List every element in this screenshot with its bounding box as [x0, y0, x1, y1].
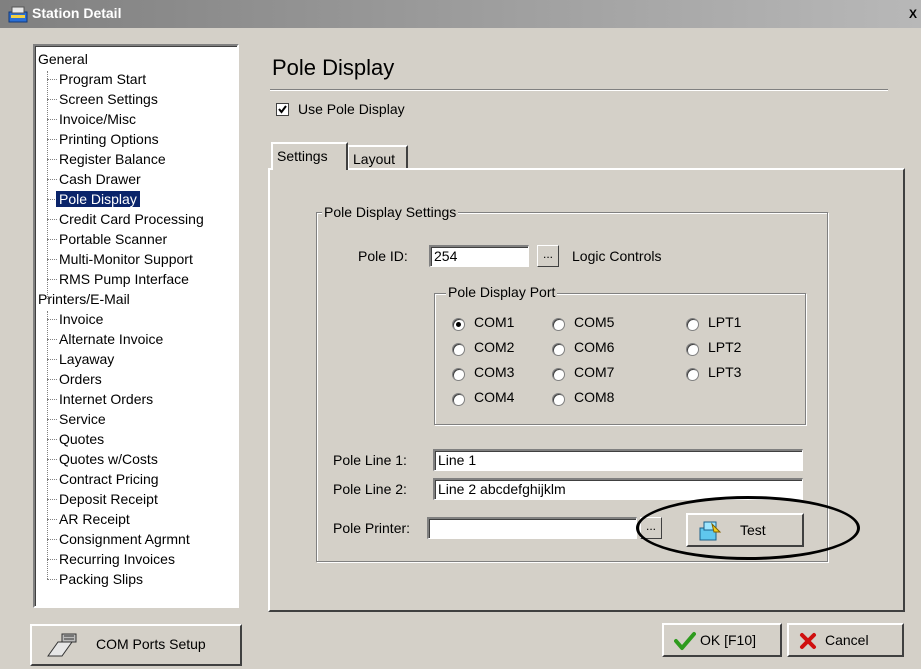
radio-com3-label: COM3 [474, 364, 515, 380]
tree-item-program-start[interactable]: Program Start [59, 69, 146, 89]
settings-tree[interactable]: General Program Start Screen Settings In… [33, 44, 239, 608]
radio-com7-label: COM7 [574, 364, 615, 380]
radio-com7[interactable] [552, 368, 565, 381]
tree-item-recurring-invoices[interactable]: Recurring Invoices [59, 549, 175, 569]
radio-com3[interactable] [452, 368, 465, 381]
radio-lpt2-label: LPT2 [708, 339, 742, 355]
tree-item-rms-pump-interface[interactable]: RMS Pump Interface [59, 269, 189, 289]
tree-item-cash-drawer[interactable]: Cash Drawer [59, 169, 141, 189]
radio-lpt1[interactable] [686, 318, 699, 331]
cancel-button[interactable]: Cancel [787, 623, 904, 657]
tab-settings[interactable]: Settings [271, 142, 348, 170]
pole-display-port-group [434, 293, 806, 425]
radio-com2[interactable] [452, 343, 465, 356]
pole-model-text: Logic Controls [572, 248, 662, 264]
radio-com5[interactable] [552, 318, 565, 331]
pole-id-label: Pole ID: [358, 248, 408, 264]
x-icon [800, 633, 816, 649]
radio-com6-label: COM6 [574, 339, 615, 355]
title-divider [270, 89, 888, 91]
tree-item-invoice-misc[interactable]: Invoice/Misc [59, 109, 136, 129]
radio-com8-label: COM8 [574, 389, 615, 405]
tree-connector [47, 71, 48, 299]
radio-lpt3-label: LPT3 [708, 364, 742, 380]
use-pole-display-label: Use Pole Display [298, 101, 405, 117]
ok-button[interactable]: OK [F10] [662, 623, 782, 657]
use-pole-display-checkbox[interactable] [276, 103, 289, 116]
tree-item-packing-slips[interactable]: Packing Slips [59, 569, 143, 589]
radio-com1-label: COM1 [474, 314, 515, 330]
pole-line-2-label: Pole Line 2: [333, 481, 407, 497]
pole-printer-label: Pole Printer: [333, 520, 411, 536]
pole-line-1-input[interactable]: Line 1 [433, 449, 803, 471]
pole-id-input[interactable]: 254 [429, 245, 529, 267]
scanner-icon [47, 633, 77, 657]
radio-com6[interactable] [552, 343, 565, 356]
radio-com4[interactable] [452, 393, 465, 406]
radio-lpt3[interactable] [686, 368, 699, 381]
tree-item-consignment-agrmnt[interactable]: Consignment Agrmnt [59, 529, 190, 549]
pole-display-settings-title: Pole Display Settings [322, 204, 459, 220]
tree-item-internet-orders[interactable]: Internet Orders [59, 389, 153, 409]
tree-item-portable-scanner[interactable]: Portable Scanner [59, 229, 167, 249]
page-title: Pole Display [272, 55, 395, 80]
checkmark-icon [278, 105, 287, 114]
radio-com4-label: COM4 [474, 389, 515, 405]
tree-item-credit-card-processing[interactable]: Credit Card Processing [59, 209, 204, 229]
highlight-ellipse [636, 496, 860, 560]
tree-item-alternate-invoice[interactable]: Alternate Invoice [59, 329, 163, 349]
register-icon [8, 6, 28, 23]
tree-item-deposit-receipt[interactable]: Deposit Receipt [59, 489, 158, 509]
cancel-button-label: Cancel [825, 632, 869, 648]
tree-item-printers-email[interactable]: Printers/E-Mail [38, 289, 130, 309]
tree-item-general[interactable]: General [38, 49, 88, 69]
tree-item-orders[interactable]: Orders [59, 369, 102, 389]
pole-line-1-label: Pole Line 1: [333, 452, 407, 468]
pole-display-port-title: Pole Display Port [446, 284, 558, 300]
tree-item-quotes[interactable]: Quotes [59, 429, 104, 449]
com-ports-setup-label: COM Ports Setup [96, 636, 206, 652]
pole-id-browse-button[interactable]: ... [537, 245, 559, 267]
tree-item-multi-monitor-support[interactable]: Multi-Monitor Support [59, 249, 193, 269]
tree-item-service[interactable]: Service [59, 409, 106, 429]
tree-item-contract-pricing[interactable]: Contract Pricing [59, 469, 159, 489]
radio-com1[interactable] [452, 318, 465, 331]
tree-item-pole-display[interactable]: Pole Display [56, 189, 140, 209]
com-ports-setup-button[interactable]: COM Ports Setup [30, 624, 242, 666]
tree-item-layaway[interactable]: Layaway [59, 349, 114, 369]
tree-item-register-balance[interactable]: Register Balance [59, 149, 166, 169]
tree-item-invoice[interactable]: Invoice [59, 309, 103, 329]
tree-item-screen-settings[interactable]: Screen Settings [59, 89, 158, 109]
tree-item-printing-options[interactable]: Printing Options [59, 129, 159, 149]
window-title: Station Detail [32, 5, 122, 21]
close-button[interactable]: X [909, 7, 921, 21]
pole-printer-input[interactable] [427, 517, 637, 539]
title-bar: Station Detail X [0, 0, 921, 28]
radio-com5-label: COM5 [574, 314, 615, 330]
tree-item-quotes-with-costs[interactable]: Quotes w/Costs [59, 449, 158, 469]
station-detail-window: Station Detail X General Program Start S… [0, 0, 921, 669]
tree-item-ar-receipt[interactable]: AR Receipt [59, 509, 130, 529]
radio-lpt1-label: LPT1 [708, 314, 742, 330]
radio-com2-label: COM2 [474, 339, 515, 355]
check-icon [674, 632, 696, 650]
radio-lpt2[interactable] [686, 343, 699, 356]
radio-com8[interactable] [552, 393, 565, 406]
ok-button-label: OK [F10] [700, 632, 757, 648]
